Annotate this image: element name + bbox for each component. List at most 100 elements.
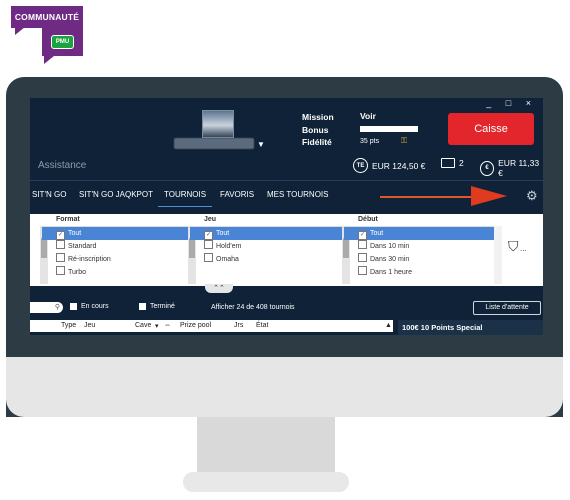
jeu-filter: Jeu ✓ Tout Hold'em Omaha xyxy=(190,214,342,286)
format-header: Format xyxy=(42,214,188,227)
monitor-base xyxy=(183,472,349,492)
community-title: COMMUNAUTÉ xyxy=(11,6,83,35)
te-icon: TE xyxy=(353,158,368,173)
col-jrs[interactable]: Jrs xyxy=(234,322,243,329)
jeu-option-label: Tout xyxy=(216,230,230,237)
balance-te-value: EUR 124,50 € xyxy=(372,160,426,171)
gear-icon[interactable]: ⚙ xyxy=(526,188,538,204)
more-filters[interactable]: ... xyxy=(520,244,527,253)
termine-label: Terminé xyxy=(150,303,175,310)
tab-bar: SIT'N GO SIT'N GO JAQKPOT TOURNOIS FAVOR… xyxy=(30,180,543,209)
chevron-down-icon[interactable]: ▼ xyxy=(257,140,265,149)
checkbox-icon[interactable] xyxy=(56,253,65,262)
tab-tournois[interactable]: TOURNOIS xyxy=(158,190,213,207)
filter-panel: Format ✓ Tout Standard Ré-inscription Tur… xyxy=(30,214,543,286)
debut-option-tout[interactable]: ✓ Tout xyxy=(344,227,494,240)
results-count: Afficher 24 de 408 tournois xyxy=(211,304,295,311)
jeu-option-omaha[interactable]: Omaha xyxy=(190,253,342,266)
termine-checkbox[interactable]: Terminé xyxy=(139,303,175,310)
poker-client-window: _ □ × ▼ Mission Bonus Fidélité Voir 35 p… xyxy=(30,98,543,335)
key-icon: ⚿ xyxy=(401,136,408,145)
checkbox-icon[interactable] xyxy=(358,240,367,249)
debut-header: Début xyxy=(344,214,494,227)
format-option-tout[interactable]: ✓ Tout xyxy=(42,227,188,240)
sort-icon[interactable]: ▾ xyxy=(155,322,159,330)
checkbox-icon[interactable] xyxy=(139,303,146,310)
fidelite-label: Fidélité xyxy=(302,137,332,147)
tournament-table-header: Type Jeu Cave ▾ ⇔ Prize pool Jrs État ▲ xyxy=(30,320,393,332)
stage: COMMUNAUTÉ PMU _ □ × ▼ Mission Bonus Fid… xyxy=(0,0,570,500)
checkbox-icon[interactable] xyxy=(56,266,65,275)
euro-icon: € xyxy=(480,160,495,176)
assistance-link[interactable]: Assistance xyxy=(38,160,86,171)
balance-te[interactable]: TE EUR 124,50 € xyxy=(353,158,425,173)
col-cave[interactable]: Cave xyxy=(135,322,151,329)
filter-icon[interactable]: ⛉ xyxy=(508,238,519,255)
checkbox-icon[interactable] xyxy=(358,266,367,275)
checkbox-icon[interactable] xyxy=(204,253,213,262)
debut-option-label: Dans 10 min xyxy=(370,243,410,250)
expand-icon[interactable]: ⇔ xyxy=(164,322,171,329)
checkbox-icon[interactable] xyxy=(70,303,77,310)
ticket-count: 2 xyxy=(459,158,464,168)
scroll-up-icon[interactable]: ▲ xyxy=(385,322,392,329)
col-etat[interactable]: État xyxy=(256,322,268,329)
promo-banner[interactable]: 100€ 10 Points Special xyxy=(398,320,543,335)
tab-mes-tournois[interactable]: MES TOURNOIS xyxy=(267,190,329,199)
waiting-list-button[interactable]: Liste d'attente xyxy=(473,301,541,315)
debut-option-10min[interactable]: Dans 10 min xyxy=(344,240,494,253)
pmu-logo-text: PMU xyxy=(50,35,75,49)
en-cours-label: En cours xyxy=(81,303,109,310)
cashier-button[interactable]: Caisse xyxy=(448,113,534,145)
jeu-option-label: Omaha xyxy=(216,256,239,263)
monitor-stand xyxy=(197,417,335,475)
bonus-label: Bonus xyxy=(302,124,329,135)
mission-label: Mission xyxy=(302,112,334,122)
balance-euro-value: EUR 11,33 € xyxy=(498,158,540,178)
monitor-chin xyxy=(6,357,563,417)
jeu-option-holdem[interactable]: Hold'em xyxy=(190,240,342,253)
checkbox-checked-icon[interactable]: ✓ xyxy=(56,231,65,240)
loyalty-points: 35 pts xyxy=(360,138,380,145)
col-jeu[interactable]: Jeu xyxy=(84,322,95,329)
tab-favoris[interactable]: FAVORIS xyxy=(220,190,254,199)
checkbox-checked-icon[interactable]: ✓ xyxy=(358,231,367,240)
jeu-header: Jeu xyxy=(190,214,342,227)
debut-option-30min[interactable]: Dans 30 min xyxy=(344,253,494,266)
debut-option-label: Dans 30 min xyxy=(370,256,410,263)
debut-filter: Début ✓ Tout Dans 10 min Dans 30 min Dans… xyxy=(344,214,494,286)
tab-sit-n-go[interactable]: SIT'N GO xyxy=(32,190,66,199)
collapse-filters-button[interactable]: ⌃⌃ xyxy=(205,284,233,293)
col-type[interactable]: Type xyxy=(61,322,76,329)
balance-euro[interactable]: € EUR 11,33 € xyxy=(480,158,543,178)
checkbox-checked-icon[interactable]: ✓ xyxy=(204,231,213,240)
en-cours-checkbox[interactable]: En cours xyxy=(70,303,109,310)
mission-bonus-fidelite: Mission Bonus Fidélité xyxy=(302,111,334,149)
format-option-reinscription[interactable]: Ré-inscription xyxy=(42,253,188,266)
format-option-turbo[interactable]: Turbo xyxy=(42,266,188,279)
voir-link[interactable]: Voir xyxy=(360,111,376,121)
debut-option-label: Dans 1 heure xyxy=(370,269,413,276)
search-icon: ⚲ xyxy=(54,304,60,311)
checkbox-icon[interactable] xyxy=(358,253,367,262)
col-prize-pool[interactable]: Prize pool xyxy=(180,322,211,329)
balance-tickets[interactable]: 2 xyxy=(441,158,464,168)
format-option-label: Tout xyxy=(68,230,82,237)
pmu-logo: PMU xyxy=(42,28,83,64)
community-badge: COMMUNAUTÉ PMU xyxy=(11,6,83,64)
jeu-option-tout[interactable]: ✓ Tout xyxy=(190,227,342,240)
filter-divider xyxy=(494,226,502,284)
window-controls[interactable]: _ □ × xyxy=(486,98,537,108)
format-option-label: Turbo xyxy=(68,269,87,276)
format-filter: Format ✓ Tout Standard Ré-inscription Tur… xyxy=(42,214,188,286)
format-option-standard[interactable]: Standard xyxy=(42,240,188,253)
format-option-label: Ré-inscription xyxy=(68,256,111,263)
ticket-icon xyxy=(441,158,455,168)
checkbox-icon[interactable] xyxy=(204,240,213,249)
tab-sit-n-go-jaqkpot[interactable]: SIT'N GO JAQKPOT xyxy=(79,190,153,199)
checkbox-icon[interactable] xyxy=(56,240,65,249)
search-input[interactable]: ⚲ xyxy=(30,302,63,313)
pointer-arrow-head xyxy=(471,186,507,206)
avatar[interactable] xyxy=(202,110,234,138)
debut-option-1h[interactable]: Dans 1 heure xyxy=(344,266,494,279)
